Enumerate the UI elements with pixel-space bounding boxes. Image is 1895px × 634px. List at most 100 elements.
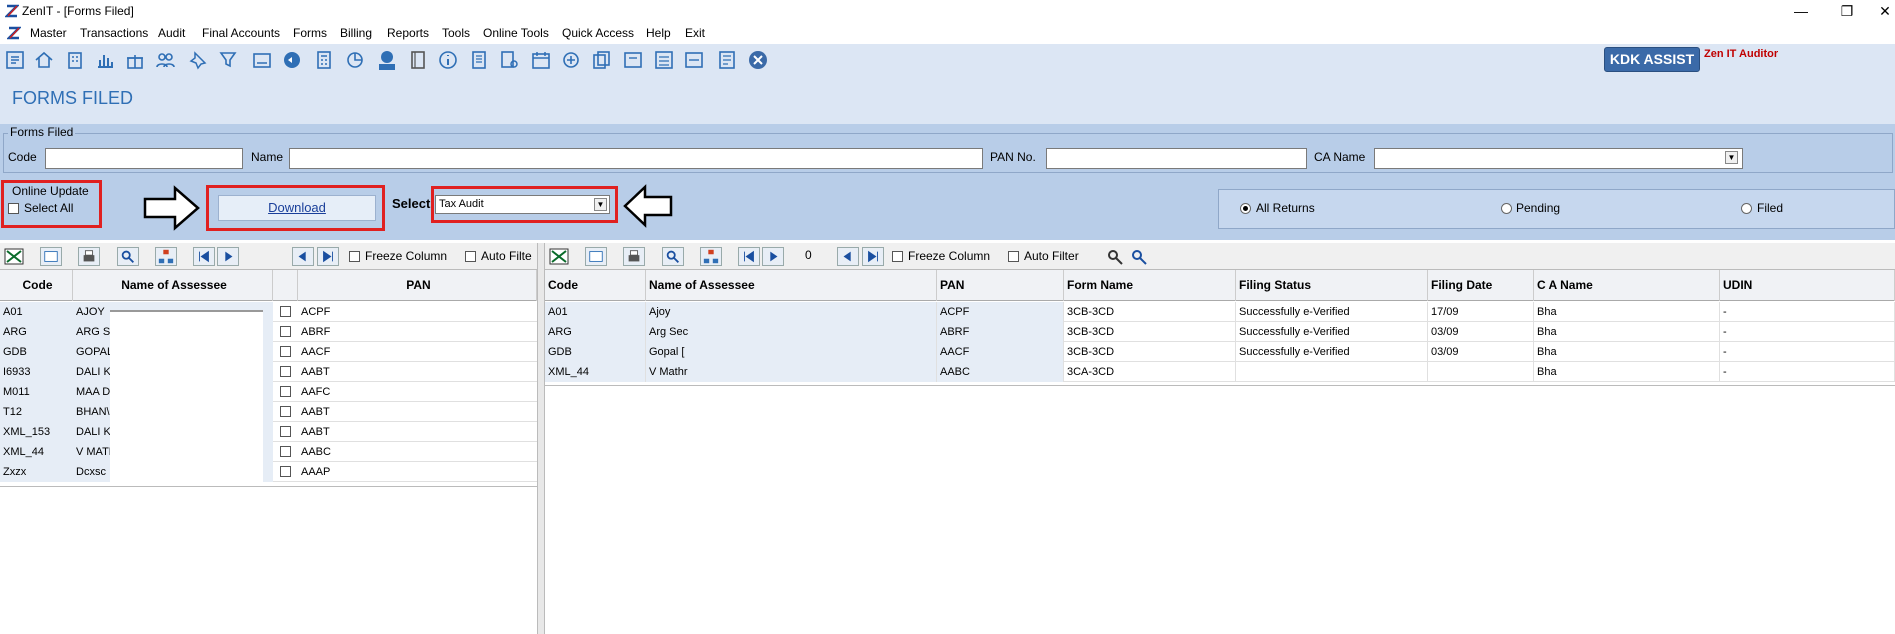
menu-tools[interactable]: Tools <box>442 26 470 40</box>
menu-transactions[interactable]: Transactions <box>80 26 148 40</box>
left-freeze-column-checkbox[interactable] <box>349 251 360 262</box>
pending-radio[interactable] <box>1501 203 1512 214</box>
find-user-alt-icon[interactable] <box>1129 247 1151 266</box>
right-col-udin[interactable]: UDIN <box>1720 270 1895 301</box>
right-prev-icon[interactable] <box>837 247 859 266</box>
kdk-assist-button[interactable]: KDK ASSIST <box>1604 47 1700 72</box>
ca-name-select[interactable] <box>1374 148 1743 169</box>
right-col-pan[interactable]: PAN <box>937 270 1064 301</box>
left-row-checkbox[interactable] <box>280 446 291 457</box>
ledger-icon[interactable] <box>468 49 490 71</box>
right-table-row[interactable]: GDB Gopal [AACF 3CB-3CD Successfully e-Veri… <box>545 342 1895 362</box>
filter-tax-icon[interactable] <box>218 49 240 71</box>
left-excel-export-icon[interactable] <box>3 247 25 266</box>
balance-sheet-icon[interactable] <box>622 49 644 71</box>
left-table-row[interactable]: GDB GOPAL AACF <box>0 342 537 362</box>
right-col-form-name[interactable]: Form Name <box>1064 270 1236 301</box>
select-all-checkbox[interactable] <box>8 203 19 214</box>
left-row-checkbox[interactable] <box>280 466 291 477</box>
right-table-row[interactable]: XML_44 V Mathr AABC 3CA-3CD Bha - <box>545 362 1895 382</box>
right-col-filing-status[interactable]: Filing Status <box>1236 270 1428 301</box>
left-next-icon[interactable] <box>217 247 239 266</box>
gift-icon[interactable] <box>124 49 146 71</box>
left-tree-icon[interactable] <box>155 247 177 266</box>
right-table-row[interactable]: A01 Ajoy ACPF 3CB-3CD Successfully e-Verifie… <box>545 302 1895 322</box>
right-col-ca-name[interactable]: C A Name <box>1534 270 1720 301</box>
menu-online-tools[interactable]: Online Tools <box>483 26 549 40</box>
close-button[interactable]: ✕ <box>1870 1 1895 21</box>
users-icon[interactable] <box>154 49 176 71</box>
right-col-code[interactable]: Code <box>545 270 646 301</box>
left-csv-icon[interactable] <box>40 247 62 266</box>
left-col-pan[interactable]: PAN <box>298 270 537 301</box>
find-user-icon[interactable] <box>1105 247 1127 266</box>
left-col-code[interactable]: Code <box>0 270 73 301</box>
pan-input[interactable] <box>1046 148 1307 169</box>
pane-splitter[interactable] <box>537 243 545 634</box>
add-report-icon[interactable] <box>560 49 582 71</box>
pie-chart-icon[interactable] <box>344 49 366 71</box>
left-col-checkbox[interactable] <box>273 270 298 301</box>
info-icon[interactable] <box>437 49 459 71</box>
menu-forms[interactable]: Forms <box>293 26 327 40</box>
left-row-checkbox[interactable] <box>280 326 291 337</box>
menu-audit[interactable]: Audit <box>158 26 185 40</box>
left-row-checkbox[interactable] <box>280 346 291 357</box>
left-auto-filter-checkbox[interactable] <box>465 251 476 262</box>
left-table-row[interactable]: A01 AJOY ACPF <box>0 302 537 322</box>
right-next-icon[interactable] <box>762 247 784 266</box>
menu-reports[interactable]: Reports <box>387 26 429 40</box>
right-first-icon[interactable] <box>738 247 760 266</box>
menu-quick-access[interactable]: Quick Access <box>562 26 634 40</box>
bar-chart-icon[interactable] <box>94 49 116 71</box>
right-auto-filter-checkbox[interactable] <box>1008 251 1019 262</box>
left-table-row[interactable]: I6933 DALI K AABT <box>0 362 537 382</box>
left-print-icon[interactable] <box>78 247 100 266</box>
right-print-icon[interactable] <box>623 247 645 266</box>
restore-button[interactable]: ❐ <box>1832 1 1862 21</box>
copy-icon[interactable] <box>590 49 612 71</box>
right-excel-export-icon[interactable] <box>548 247 570 266</box>
right-col-filing-date[interactable]: Filing Date <box>1428 270 1534 301</box>
left-last-icon[interactable] <box>317 247 339 266</box>
user-document-icon[interactable] <box>498 49 520 71</box>
right-csv-icon[interactable] <box>585 247 607 266</box>
all-returns-radio[interactable] <box>1240 203 1251 214</box>
left-row-checkbox[interactable] <box>280 386 291 397</box>
name-input[interactable] <box>289 148 983 169</box>
code-input[interactable] <box>45 148 243 169</box>
form-type-select[interactable]: Tax Audit ▼ <box>435 195 610 214</box>
ca-name-dropdown-icon[interactable]: ▼ <box>1725 151 1738 164</box>
menu-master[interactable]: Master <box>30 26 67 40</box>
left-row-checkbox[interactable] <box>280 406 291 417</box>
menu-billing[interactable]: Billing <box>340 26 372 40</box>
left-table-row[interactable]: M011 MAA DU AAFC <box>0 382 537 402</box>
right-last-icon[interactable] <box>862 247 884 266</box>
download-button[interactable]: Download <box>218 195 376 221</box>
left-table-row[interactable]: Zxzx Dcxsc AAAP <box>0 462 537 482</box>
building-icon[interactable] <box>64 49 86 71</box>
book-icon[interactable] <box>407 49 429 71</box>
form-icon[interactable] <box>716 49 738 71</box>
minimize-button[interactable]: — <box>1786 1 1816 21</box>
left-table-row[interactable]: XML_153 DALI K AABT <box>0 422 537 442</box>
calculator-icon[interactable] <box>313 49 335 71</box>
right-tree-icon[interactable] <box>700 247 722 266</box>
left-row-checkbox[interactable] <box>280 306 291 317</box>
left-col-name[interactable]: Name of Assessee <box>73 270 273 301</box>
left-row-checkbox[interactable] <box>280 426 291 437</box>
left-table-row[interactable]: T12 BHAN\ AABT <box>0 402 537 422</box>
left-first-icon[interactable] <box>193 247 215 266</box>
right-col-name[interactable]: Name of Assessee <box>646 270 937 301</box>
left-prev-icon[interactable] <box>292 247 314 266</box>
home-icon[interactable] <box>33 49 55 71</box>
bs-report-icon[interactable] <box>653 49 675 71</box>
left-search-icon[interactable] <box>117 247 139 266</box>
left-table-row[interactable]: XML_44 V MATH AABC <box>0 442 537 462</box>
receipt-icon[interactable] <box>4 49 26 71</box>
pay-icon[interactable] <box>376 49 398 71</box>
sync-icon[interactable] <box>281 49 303 71</box>
left-table-row[interactable]: ARG ARG S ABRF <box>0 322 537 342</box>
filed-radio[interactable] <box>1741 203 1752 214</box>
left-row-checkbox[interactable] <box>280 366 291 377</box>
